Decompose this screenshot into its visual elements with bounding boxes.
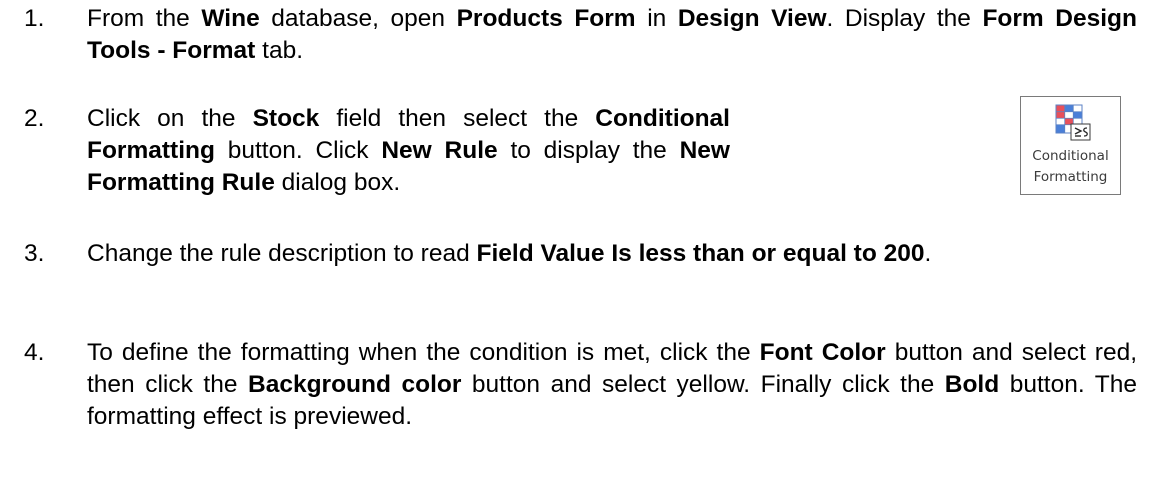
- step-text-segment: Change the rule description to read: [87, 240, 477, 267]
- conditional-formatting-label: Conditional: [1032, 148, 1109, 164]
- step-text-segment: in: [635, 5, 678, 32]
- step-text-segment: to display the: [497, 137, 680, 164]
- step-number: 2.: [24, 105, 45, 132]
- step-text: Click on the Stock field then select the…: [87, 103, 730, 199]
- step-text-segment: dialog box.: [274, 169, 401, 196]
- step-text-segment-bold: Stock: [252, 105, 320, 132]
- step-text-segment: button and select yellow. Finally click …: [461, 371, 945, 398]
- step-number: 4.: [24, 339, 45, 366]
- step-text-segment: .: [924, 240, 932, 267]
- step-text-segment: button. Click: [214, 137, 382, 164]
- step-text-segment-bold: New Rule: [381, 137, 498, 164]
- step-text-segment: To define the formatting when the condit…: [87, 339, 760, 366]
- step-text-segment-bold: Bold: [944, 371, 1000, 398]
- step-text-segment-bold: Field Value Is less than or equal to 200: [476, 240, 925, 267]
- step-text: To define the formatting when the condit…: [87, 337, 1137, 433]
- conditional-formatting-button[interactable]: Conditional Formatting: [1020, 96, 1121, 195]
- step-text-segment: field then select the: [319, 105, 596, 132]
- step-text-segment: From the: [87, 5, 202, 32]
- step-text-segment: . Display the: [826, 5, 983, 32]
- conditional-formatting-icon: [1055, 104, 1091, 141]
- step-text-segment-bold: Background color: [248, 371, 462, 398]
- step-text-segment-bold: Products Form: [456, 5, 636, 32]
- step-text-segment: tab.: [255, 37, 304, 64]
- step-text: Change the rule description to read Fiel…: [87, 238, 1137, 270]
- conditional-formatting-label: Formatting: [1033, 169, 1108, 185]
- step-number: 3.: [24, 240, 45, 267]
- step-number: 1.: [24, 5, 45, 32]
- step-text-segment-bold: Wine: [201, 5, 260, 32]
- step-text-segment: database, open: [259, 5, 457, 32]
- step-text-segment-bold: Font Color: [759, 339, 886, 366]
- step-text-segment: Click on the: [87, 105, 253, 132]
- step-text: From the Wine database, open Products Fo…: [87, 3, 1137, 67]
- step-text-segment-bold: Design View: [677, 5, 827, 32]
